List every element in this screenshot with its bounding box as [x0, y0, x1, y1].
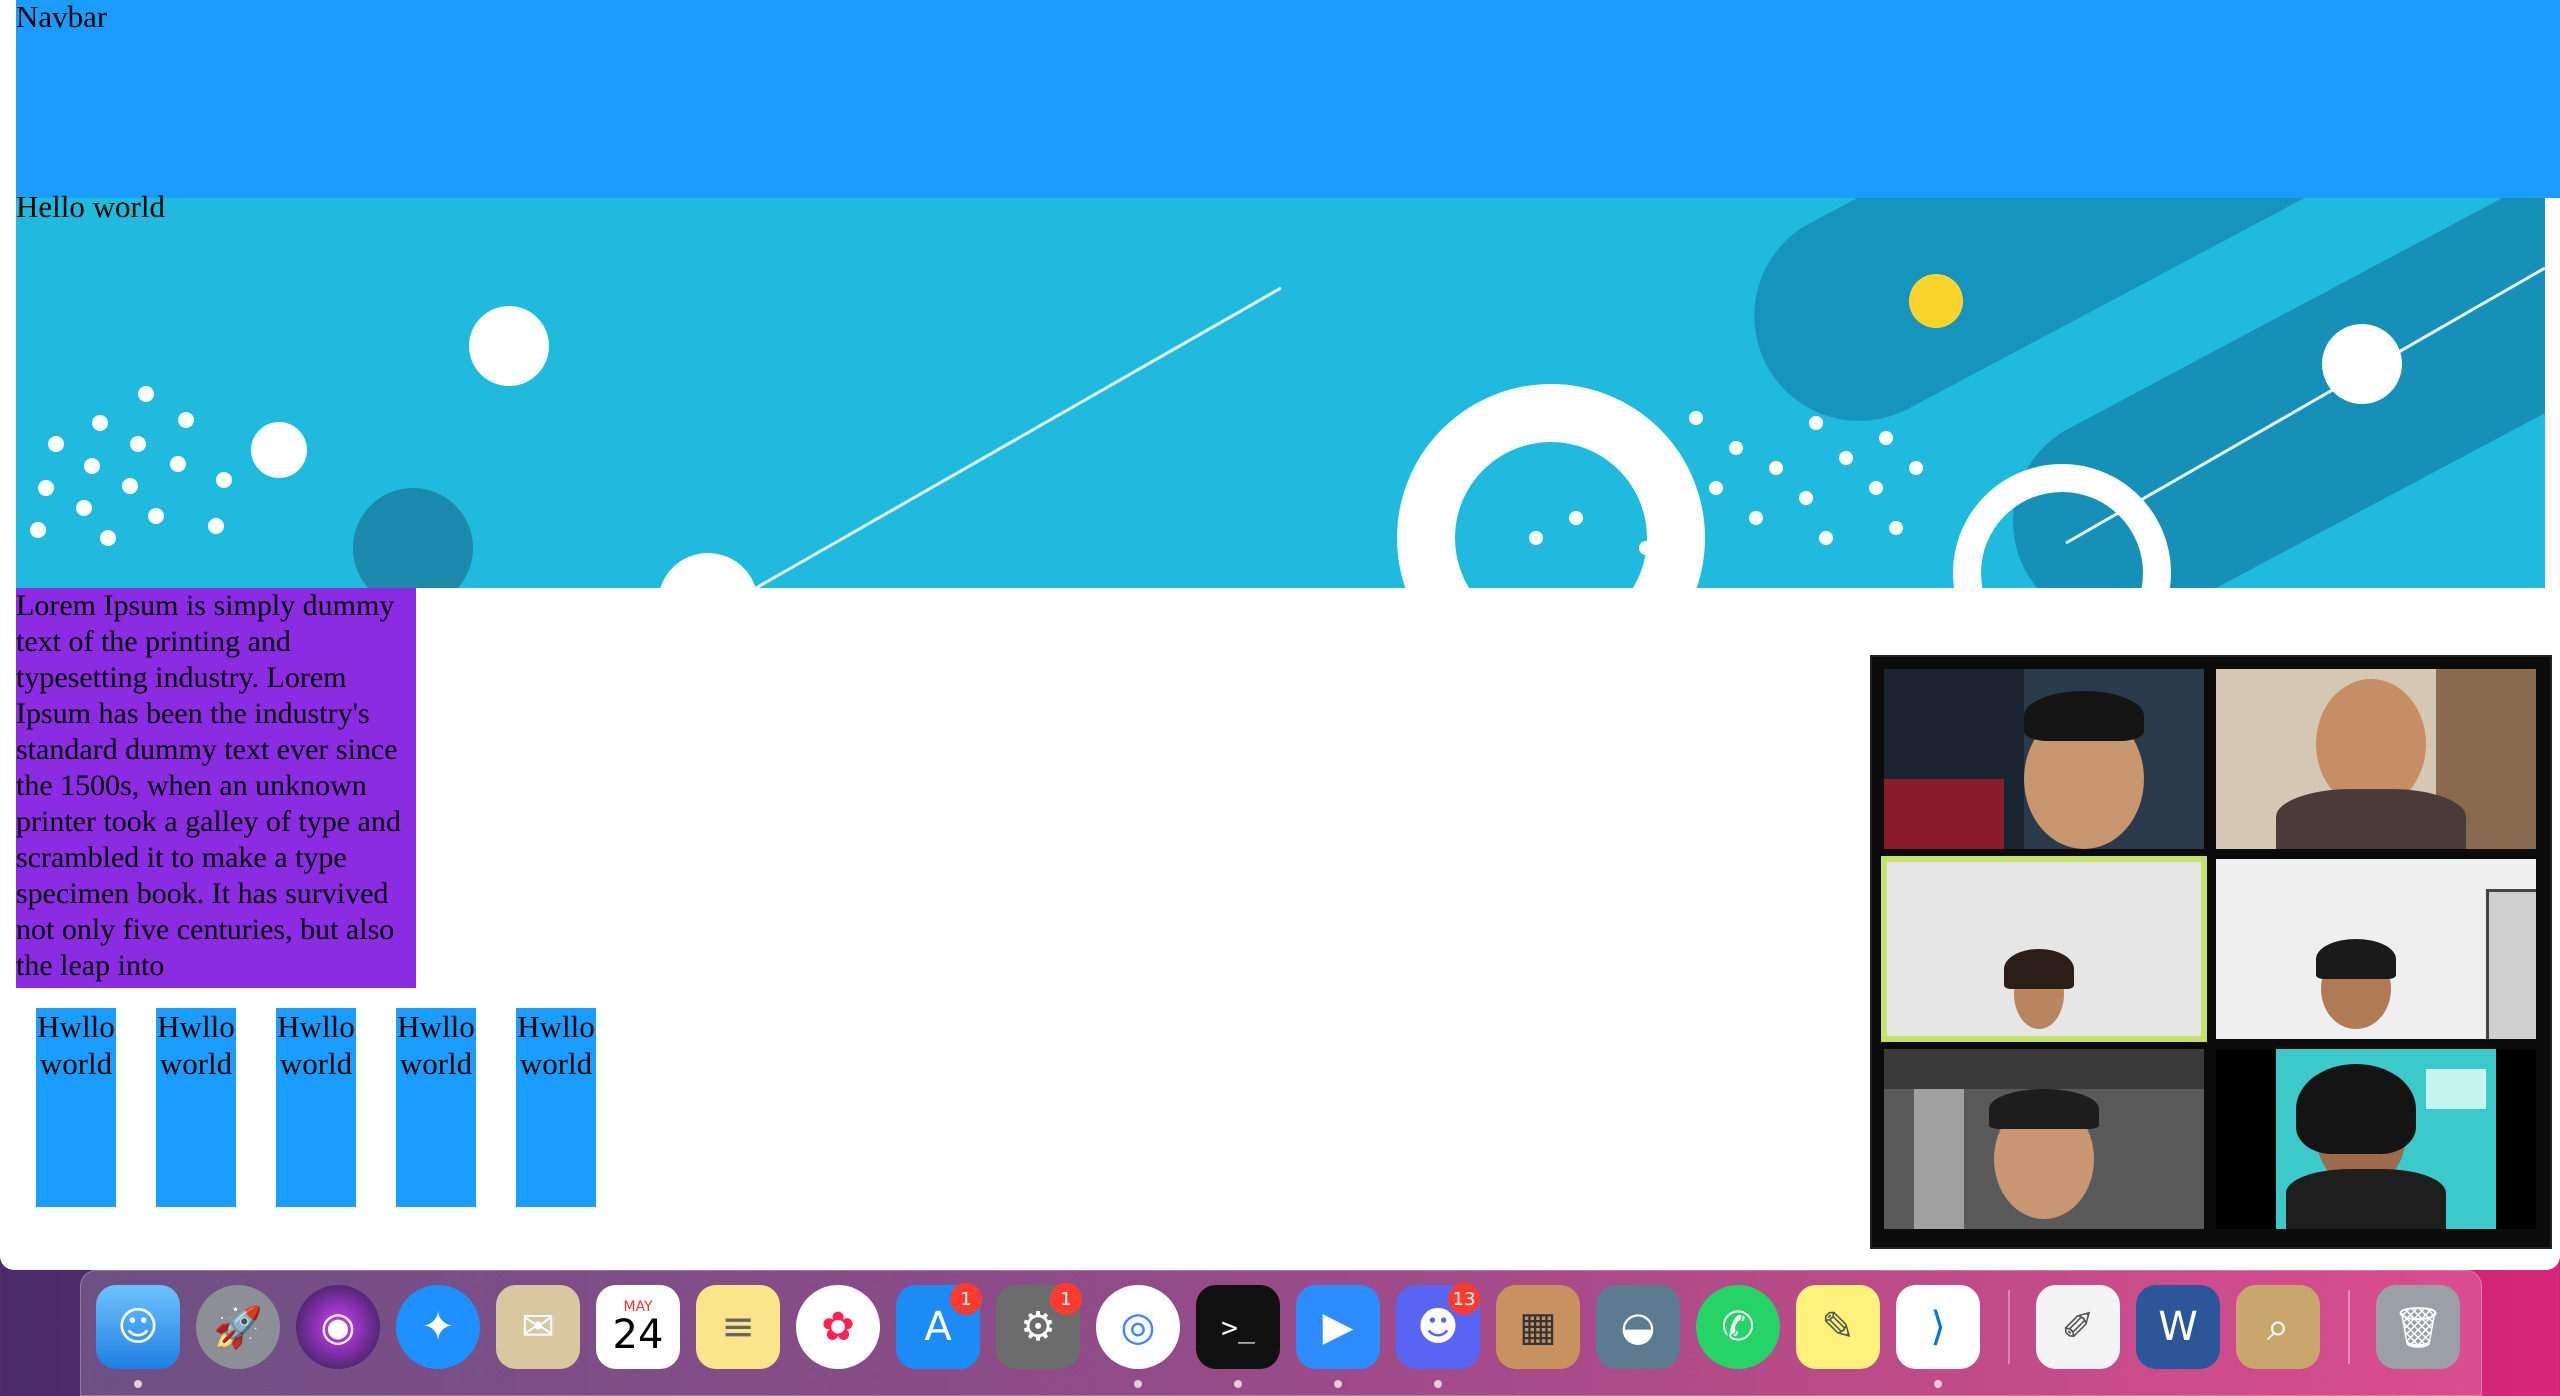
video-tile-5[interactable] [1884, 1049, 2204, 1229]
running-indicator [1934, 1380, 1942, 1388]
video-tile-6[interactable] [2216, 1049, 2536, 1229]
word-icon[interactable]: W [2136, 1285, 2220, 1369]
preview-icon[interactable]: ⌕ [2236, 1285, 2320, 1369]
siri-icon[interactable]: ◉ [296, 1285, 380, 1369]
whatsapp-icon[interactable]: ✆ [1696, 1285, 1780, 1369]
hello-box-3: Hwllo world [276, 1008, 356, 1207]
mail-icon[interactable]: ✉ [496, 1285, 580, 1369]
calendar-day: 24 [612, 1312, 664, 1358]
browser-page: Navbar Hello world Lorem Ipsum is simply… [0, 0, 2560, 1270]
navbar-label: Navbar [16, 0, 108, 34]
chrome-icon[interactable]: ◎ [1096, 1285, 1180, 1369]
system-preferences-badge: 1 [1050, 1283, 1082, 1315]
hello-box-2: Hwllo world [156, 1008, 236, 1207]
textedit-icon[interactable]: ✐ [2036, 1285, 2120, 1369]
trash-icon[interactable]: 🗑 [2376, 1285, 2460, 1369]
discord-badge: 13 [1448, 1283, 1480, 1315]
video-tile-4[interactable] [2216, 859, 2536, 1039]
dock-separator [2008, 1290, 2010, 1364]
running-indicator [1334, 1380, 1342, 1388]
launchpad-icon[interactable]: 🚀 [196, 1285, 280, 1369]
hero-caption: Hello world [16, 189, 165, 224]
running-indicator [1234, 1380, 1242, 1388]
lorem-text-block: Lorem Ipsum is simply dummy text of the … [16, 588, 416, 988]
photos-icon[interactable]: ✿ [796, 1285, 880, 1369]
running-indicator [134, 1380, 142, 1388]
safari-icon[interactable]: ✦ [396, 1285, 480, 1369]
zoom-gallery-window[interactable] [1870, 655, 2552, 1249]
notes-icon[interactable]: ≡ [696, 1285, 780, 1369]
hero-banner-image [16, 198, 2545, 588]
dock-separator [2348, 1290, 2350, 1364]
vscode-icon[interactable]: ⟩ [1896, 1285, 1980, 1369]
unknown-app-icon[interactable]: ◒ [1596, 1285, 1680, 1369]
navbar: Navbar [16, 0, 2560, 198]
video-tile-1[interactable] [1884, 669, 2204, 849]
running-indicator [1434, 1380, 1442, 1388]
stickies-icon[interactable]: ✎ [1796, 1285, 1880, 1369]
calendar-icon[interactable]: MAY 24 [596, 1285, 680, 1369]
terminal-icon[interactable]: >_ [1196, 1285, 1280, 1369]
running-indicator [1134, 1380, 1142, 1388]
hello-box-5: Hwllo world [516, 1008, 596, 1207]
app-store-badge: 1 [950, 1283, 982, 1315]
video-tile-3-active-speaker[interactable] [1881, 856, 2207, 1042]
video-tile-2[interactable] [2216, 669, 2536, 849]
finder-icon[interactable]: ☺ [96, 1285, 180, 1369]
banner-artwork [16, 198, 2545, 588]
hello-box-4: Hwllo world [396, 1008, 476, 1207]
hello-box-1: Hwllo world [36, 1008, 116, 1207]
zoom-icon[interactable]: ▶ [1296, 1285, 1380, 1369]
calculator-icon[interactable]: ▦ [1496, 1285, 1580, 1369]
